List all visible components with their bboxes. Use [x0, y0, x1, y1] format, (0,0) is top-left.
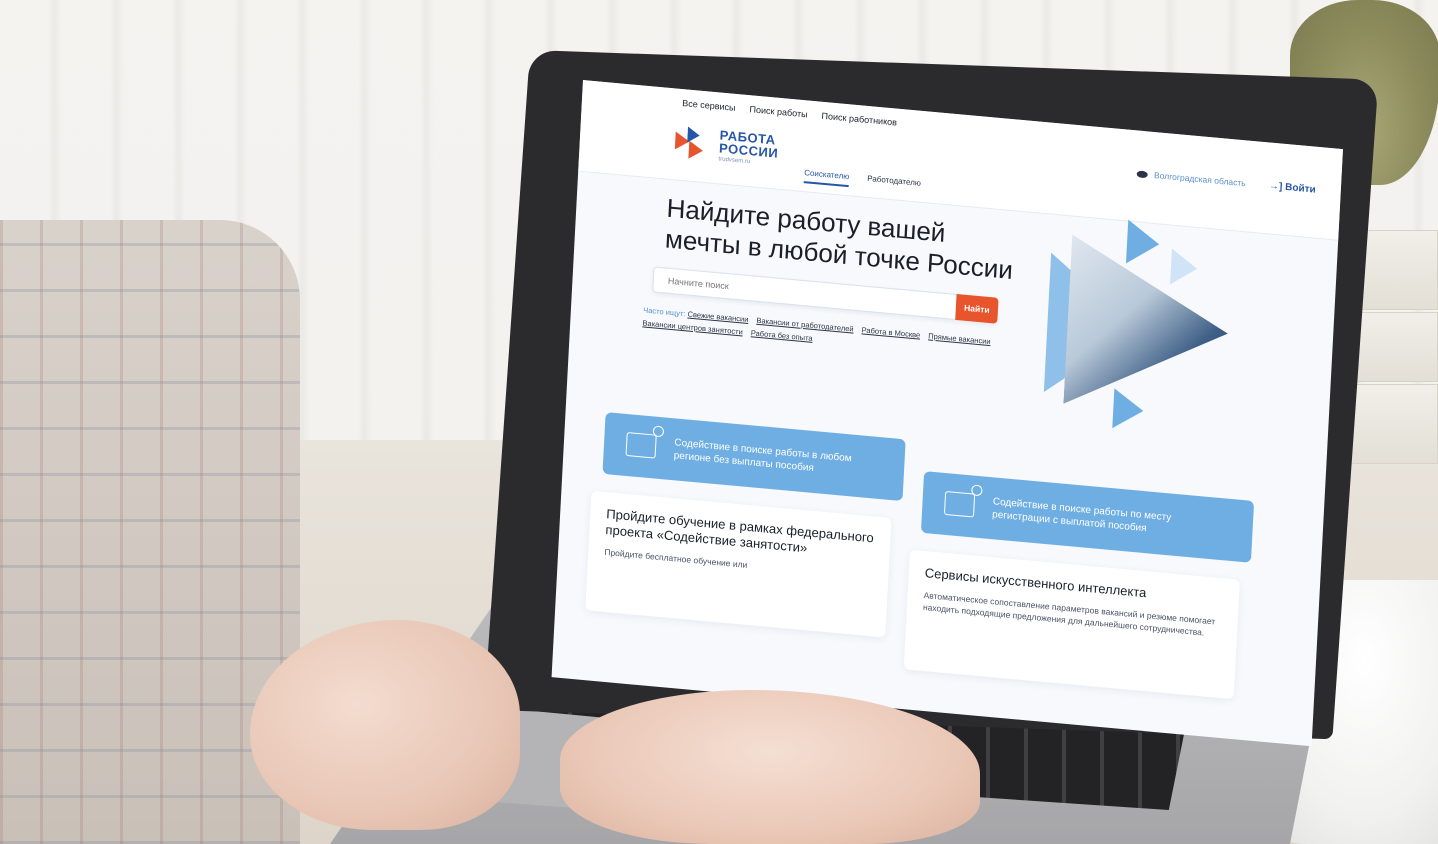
tab-job-seeker[interactable]: Соискателю: [803, 168, 850, 188]
ai-services-card[interactable]: Сервисы искусственного интеллекта Автома…: [903, 549, 1240, 700]
region-selector[interactable]: Волгоградская область: [1136, 168, 1247, 189]
audience-tabs: Соискателю Работодателю: [803, 168, 921, 194]
eye-icon[interactable]: [1136, 169, 1149, 178]
laptop-screen: Все сервисы Поиск работы Поиск работнико…: [551, 80, 1343, 747]
tab-employer[interactable]: Работодателю: [867, 174, 921, 194]
search-button[interactable]: Найти: [955, 293, 999, 324]
briefcase-search-icon: [625, 431, 657, 459]
hero-illustration: [1042, 213, 1253, 440]
login-label: Войти: [1284, 181, 1317, 196]
assist-any-region-card[interactable]: Содействие в поиске работы в любом регио…: [602, 412, 906, 502]
assist-any-region-text: Содействие в поиске работы в любом регио…: [673, 437, 852, 474]
popular-link[interactable]: Работа без опыта: [751, 328, 813, 343]
assist-registration-text: Содействие в поиске работы по месту реги…: [991, 496, 1172, 535]
popular-link[interactable]: Свежие вакансии: [687, 310, 748, 324]
wallet-search-icon: [943, 490, 976, 518]
worker-search-link[interactable]: Поиск работников: [821, 111, 897, 128]
popular-label: Часто ищут:: [642, 305, 686, 319]
popular-link[interactable]: Работа в Москве: [861, 325, 920, 339]
login-button[interactable]: →] Войти: [1269, 180, 1316, 195]
site-logo[interactable]: РАБОТА РОССИИ trudvsem.ru: [674, 124, 779, 167]
all-services-menu[interactable]: Все сервисы: [682, 98, 736, 113]
popular-link[interactable]: Прямые вакансии: [928, 331, 991, 346]
region-label: Волгоградская область: [1153, 169, 1247, 189]
logo-mark-icon: [674, 125, 714, 160]
login-icon: →]: [1268, 180, 1283, 193]
training-card[interactable]: Пройдите обучение в рамках федерального …: [585, 490, 892, 638]
assist-registration-card[interactable]: Содействие в поиске работы по месту реги…: [920, 471, 1255, 563]
job-search-link[interactable]: Поиск работы: [749, 104, 808, 119]
